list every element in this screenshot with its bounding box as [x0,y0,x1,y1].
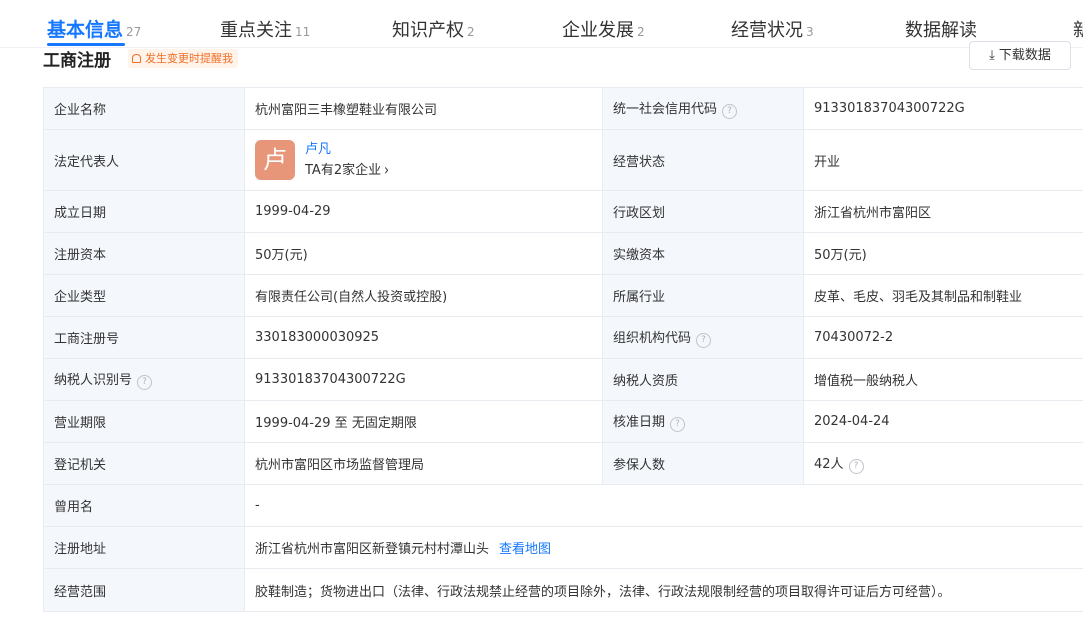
scope-value: 胶鞋制造；货物进出口（法律、行政法规禁止经营的项目除外，法律、行政法规限制经营的… [244,568,1083,612]
cell-label: 行政区划 [602,190,804,233]
cell-label: 法定代表人 [43,129,245,191]
download-label: 下载数据 [998,48,1051,63]
cell-label: 参保人数 [602,442,804,485]
address-value: 浙江省杭州市富阳区新登镇元村村潭山头 [255,542,490,557]
cell-label: 经营状态 [602,129,804,191]
credit-code-value: 91330183704300722G [803,87,1083,130]
industry-value: 皮革、毛皮、羽毛及其制品和制鞋业 [803,274,1083,317]
legal-rep-name-link[interactable]: 卢凡 [305,141,389,159]
table-row: 成立日期 1999-04-29 行政区划 浙江省杭州市富阳区 [43,190,1083,233]
table-row: 注册资本 50万(元) 实缴资本 50万(元) [43,232,1083,275]
tab-count: 2 [467,25,475,39]
status-value: 开业 [803,129,1083,191]
table-row: 曾用名 - [43,484,1083,527]
table-row: 经营范围 胶鞋制造；货物进出口（法律、行政法规禁止经营的项目除外，法律、行政法规… [43,568,1083,612]
cell-label: 所属行业 [602,274,804,317]
table-row: 企业名称 杭州富阳三丰橡塑鞋业有限公司 统一社会信用代码? 9133018370… [43,87,1083,130]
tab-label: 数据解读 [905,20,977,41]
cell-label: 成立日期 [43,190,245,233]
remind-label: 发生变更时提醒我 [145,52,233,65]
table-row: 法定代表人 卢 卢凡 TA有2家企业 › 经营状态 开业 [43,129,1083,191]
tab-ip[interactable]: 知识产权 2 [392,16,475,42]
reg-capital-value: 50万(元) [244,232,603,275]
insured-value: 42人 [814,457,844,472]
cell-label: 核准日期? [602,400,804,443]
tab-development[interactable]: 企业发展 2 [562,16,645,42]
cell-label: 统一社会信用代码? [602,87,804,130]
credit-code-label: 统一社会信用代码 [613,102,718,117]
approved-value: 2024-04-24 [803,400,1083,443]
paid-capital-value: 50万(元) [803,232,1083,275]
taxpayer-qual-value: 增值税一般纳税人 [803,358,1083,401]
help-icon[interactable]: ? [696,333,712,348]
reg-no-value: 330183000030925 [244,316,603,359]
table-row: 注册地址 浙江省杭州市富阳区新登镇元村村潭山头 查看地图 [43,526,1083,569]
cell-label: 工商注册号 [43,316,245,359]
taxpayer-id-value: 91330183704300722G [244,358,603,401]
cell-label: 组织机构代码? [602,316,804,359]
address-cell: 浙江省杭州市富阳区新登镇元村村潭山头 查看地图 [244,526,1083,569]
cell-label: 实缴资本 [602,232,804,275]
tab-data-insight[interactable]: 数据解读 [905,16,977,42]
download-icon: ⤓ [989,48,995,63]
view-map-link[interactable]: 查看地图 [499,542,551,557]
authority-value: 杭州市富阳区市场监督管理局 [244,442,603,485]
cell-label: 企业名称 [43,87,245,130]
insured-cell: 42人? [803,442,1083,485]
help-icon[interactable]: ? [722,104,738,119]
cell-label: 企业类型 [43,274,245,317]
tab-count: 2 [637,25,645,39]
table-row: 登记机关 杭州市富阳区市场监督管理局 参保人数 42人? [43,442,1083,485]
tab-label: 知识产权 [392,20,464,41]
tab-key-focus[interactable]: 重点关注 11 [220,16,310,42]
section-title: 工商注册 [43,51,111,71]
avatar[interactable]: 卢 [255,140,295,180]
term-value: 1999-04-29 至 无固定期限 [244,400,603,443]
former-name-value: - [244,484,1083,527]
tab-count: 11 [295,25,311,39]
company-type-value: 有限责任公司(自然人投资或控股) [244,274,603,317]
cell-label: 纳税人资质 [602,358,804,401]
org-code-label: 组织机构代码 [613,331,692,346]
download-button[interactable]: ⤓ 下载数据 [969,41,1071,70]
legal-rep-cell: 卢 卢凡 TA有2家企业 › [244,129,603,191]
cell-label: 登记机关 [43,442,245,485]
tab-operations[interactable]: 经营状况 3 [731,16,814,42]
tab-label: 新 [1073,20,1083,41]
change-remind-button[interactable]: 发生变更时提醒我 [128,49,238,68]
region-value: 浙江省杭州市富阳区 [803,190,1083,233]
cell-label: 注册地址 [43,526,245,569]
tab-label: 基本信息 [47,19,124,41]
help-icon[interactable]: ? [848,459,864,474]
approved-label: 核准日期 [613,415,666,430]
table-row: 营业期限 1999-04-29 至 无固定期限 核准日期? 2024-04-24 [43,400,1083,443]
cell-label: 注册资本 [43,232,245,275]
legal-rep-companies-label: TA有2家企业 [305,162,382,178]
table-row: 纳税人识别号? 91330183704300722G 纳税人资质 增值税一般纳税… [43,358,1083,401]
cell-label: 纳税人识别号? [43,358,245,401]
help-icon[interactable]: ? [670,417,686,432]
table-row: 工商注册号 330183000030925 组织机构代码? 70430072-2 [43,316,1083,359]
tab-label: 企业发展 [562,20,634,41]
company-name-value: 杭州富阳三丰橡塑鞋业有限公司 [244,87,603,130]
registration-table: 企业名称 杭州富阳三丰橡塑鞋业有限公司 统一社会信用代码? 9133018370… [43,87,1083,612]
tab-count: 3 [806,25,814,39]
cell-label: 曾用名 [43,484,245,527]
tab-label: 重点关注 [220,20,292,41]
tab-bar: 基本信息 27 重点关注 11 知识产权 2 企业发展 2 经营状况 3 数据解读 新 [0,0,1083,48]
cell-label: 营业期限 [43,400,245,443]
legal-rep-companies-link[interactable]: TA有2家企业 › [305,160,389,180]
org-code-value: 70430072-2 [803,316,1083,359]
bell-icon [132,54,141,63]
founded-value: 1999-04-29 [244,190,603,233]
cell-label: 经营范围 [43,568,245,612]
tab-news[interactable]: 新 [1073,16,1083,42]
help-icon[interactable]: ? [137,375,153,390]
tab-count: 27 [126,25,142,39]
tab-label: 经营状况 [731,20,803,41]
table-row: 企业类型 有限责任公司(自然人投资或控股) 所属行业 皮革、毛皮、羽毛及其制品和… [43,274,1083,317]
taxpayer-id-label: 纳税人识别号 [54,373,133,388]
chevron-right-icon: › [384,160,389,179]
tab-basic-info[interactable]: 基本信息 27 [47,15,141,42]
